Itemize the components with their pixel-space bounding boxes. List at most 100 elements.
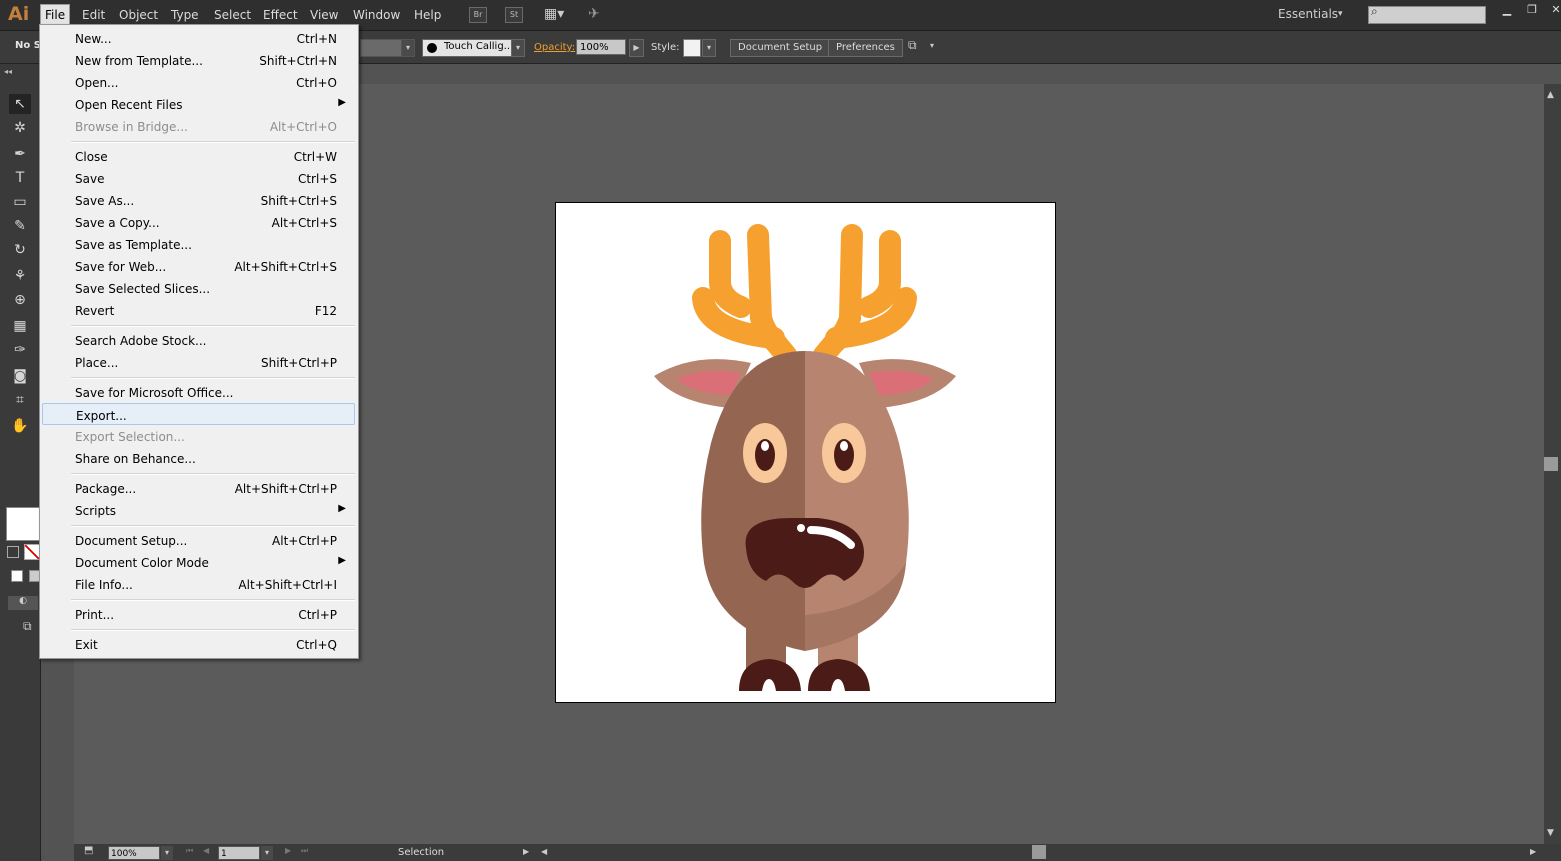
menu-item-search-adobe-stock[interactable]: Search Adobe Stock... — [42, 329, 355, 351]
reindeer-illustration — [654, 224, 956, 691]
menu-type[interactable]: Type — [167, 6, 203, 24]
document-setup-button[interactable]: Document Setup — [730, 39, 831, 57]
chevron-down-icon[interactable]: ▾ — [161, 846, 173, 860]
menu-item-print[interactable]: Print... Ctrl+P — [42, 603, 355, 625]
paintbrush-tool-icon[interactable]: ✎ — [9, 216, 31, 236]
submenu-arrow-icon: ▶ — [338, 97, 346, 108]
chevron-down-icon[interactable]: ▾ — [401, 39, 415, 57]
menu-item-package[interactable]: Package... Alt+Shift+Ctrl+P — [42, 477, 355, 499]
menu-select[interactable]: Select — [210, 6, 255, 24]
menu-item-exit[interactable]: Exit Ctrl+Q — [42, 633, 355, 655]
stroke-weight-field[interactable] — [360, 39, 402, 57]
style-swatch[interactable] — [683, 39, 701, 57]
menu-view[interactable]: View — [306, 6, 342, 24]
menu-item-save-as[interactable]: Save As... Shift+Ctrl+S — [42, 189, 355, 211]
menu-object[interactable]: Object — [115, 6, 162, 24]
chevron-down-icon[interactable]: ▾ — [702, 39, 716, 57]
close-button[interactable]: ✕ — [1547, 3, 1561, 17]
artboard-tool-icon[interactable]: ⌗ — [9, 390, 31, 410]
chevron-down-icon[interactable]: ▾ — [261, 846, 273, 860]
restore-button[interactable]: ❐ — [1523, 3, 1541, 17]
scroll-down-icon[interactable]: ▼ — [1547, 828, 1554, 838]
artboard[interactable] — [555, 202, 1056, 703]
width-tool-icon[interactable]: ⚘ — [9, 266, 31, 286]
rotate-tool-icon[interactable]: ↻ — [9, 240, 31, 260]
menu-item-new[interactable]: New... Ctrl+N — [42, 27, 355, 49]
menu-item-export[interactable]: Export... — [42, 403, 355, 425]
artboard-navigation-icon[interactable]: ⬒ — [84, 845, 93, 856]
stroke-none-icon[interactable] — [24, 544, 40, 560]
stock-icon[interactable]: St — [505, 7, 523, 23]
opacity-label[interactable]: Opacity: — [534, 42, 575, 53]
selection-tool-icon[interactable]: ↖ — [9, 94, 31, 114]
menu-item-save-as-template[interactable]: Save as Template... — [42, 233, 355, 255]
scroll-up-icon[interactable]: ▲ — [1547, 90, 1554, 100]
status-menu-icon[interactable]: ▶ — [523, 847, 529, 856]
menu-item-file-info[interactable]: File Info... Alt+Shift+Ctrl+I — [42, 573, 355, 595]
menu-item-new-from-template[interactable]: New from Template... Shift+Ctrl+N — [42, 49, 355, 71]
menu-window[interactable]: Window — [349, 6, 404, 24]
color-mode-icon[interactable] — [11, 570, 23, 582]
menu-item-save-for-web[interactable]: Save for Web... Alt+Shift+Ctrl+S — [42, 255, 355, 277]
vertical-scroll-thumb[interactable] — [1544, 457, 1558, 471]
last-artboard-icon[interactable]: ⏭ — [301, 846, 308, 856]
arrange-documents-icon[interactable]: ▦▾ — [544, 6, 564, 22]
draw-mode-icon[interactable]: ◐ — [8, 596, 38, 610]
collapse-icon[interactable]: ◂◂ — [4, 67, 12, 76]
magic-wand-icon[interactable]: ✲ — [9, 118, 31, 138]
menu-item-close[interactable]: Close Ctrl+W — [42, 145, 355, 167]
menu-item-open-recent[interactable]: Open Recent Files ▶ — [42, 93, 355, 115]
swap-fill-icon[interactable] — [7, 546, 19, 558]
menu-item-save[interactable]: Save Ctrl+S — [42, 167, 355, 189]
zoom-input[interactable]: 100% — [108, 846, 160, 860]
menu-item-document-color-mode[interactable]: Document Color Mode ▶ — [42, 551, 355, 573]
menu-edit[interactable]: Edit — [78, 6, 109, 24]
artboard-number-input[interactable]: 1 — [218, 846, 260, 860]
perspective-grid-icon[interactable]: ▦ — [9, 316, 31, 336]
chevron-down-icon[interactable]: ▾ — [1338, 9, 1343, 19]
bridge-icon[interactable]: Br — [469, 7, 487, 23]
menu-item-scripts[interactable]: Scripts ▶ — [42, 499, 355, 521]
align-icon[interactable]: ⧉ — [908, 38, 917, 53]
menu-item-revert[interactable]: Revert F12 — [42, 299, 355, 321]
gpu-performance-icon[interactable]: ✈ — [588, 6, 600, 22]
menu-item-save-selected-slices[interactable]: Save Selected Slices... — [42, 277, 355, 299]
status-text: Selection — [398, 847, 445, 858]
eyedropper-icon[interactable]: ✑ — [9, 340, 31, 360]
previous-artboard-icon[interactable]: ◀ — [203, 846, 209, 855]
shape-builder-icon[interactable]: ⊕ — [9, 290, 31, 310]
pen-tool-icon[interactable]: ✒ — [9, 144, 31, 164]
symbol-sprayer-icon[interactable]: ◙ — [9, 366, 31, 386]
preferences-button[interactable]: Preferences — [828, 39, 903, 57]
first-artboard-icon[interactable]: ⏮ — [186, 846, 193, 856]
opacity-input[interactable]: 100% — [576, 39, 626, 55]
horizontal-scroll-thumb[interactable] — [1032, 845, 1046, 859]
workspace-switcher[interactable]: Essentials — [1278, 7, 1338, 21]
left-antler — [692, 224, 797, 366]
menu-separator — [71, 525, 355, 527]
next-artboard-icon[interactable]: ▶ — [285, 846, 291, 855]
chevron-right-icon[interactable]: ▶ — [629, 39, 644, 57]
menu-item-open[interactable]: Open... Ctrl+O — [42, 71, 355, 93]
hand-tool-icon[interactable]: ✋ — [9, 416, 31, 436]
scroll-left-icon[interactable]: ◀ — [541, 847, 547, 856]
fill-swatch[interactable] — [6, 507, 40, 541]
menu-help[interactable]: Help — [410, 6, 445, 24]
menu-effect[interactable]: Effect — [259, 6, 302, 24]
menu-item-document-setup[interactable]: Document Setup... Alt+Ctrl+P — [42, 529, 355, 551]
menu-item-place[interactable]: Place... Shift+Ctrl+P — [42, 351, 355, 373]
chevron-down-icon[interactable]: ▾ — [930, 41, 934, 50]
screen-mode-icon[interactable]: ⧉ — [23, 619, 32, 634]
scroll-right-icon[interactable]: ▶ — [1530, 847, 1536, 856]
type-tool-icon[interactable]: T — [9, 168, 31, 188]
minimize-button[interactable]: ▁ — [1498, 3, 1516, 17]
menu-item-share-on-behance[interactable]: Share on Behance... — [42, 447, 355, 469]
rectangle-tool-icon[interactable]: ▭ — [9, 192, 31, 212]
menu-file[interactable]: File — [40, 4, 71, 26]
menu-item-save-a-copy[interactable]: Save a Copy... Alt+Ctrl+S — [42, 211, 355, 233]
menu-item-save-for-microsoft-office[interactable]: Save for Microsoft Office... — [42, 381, 355, 403]
submenu-arrow-icon: ▶ — [338, 555, 346, 566]
chevron-down-icon[interactable]: ▾ — [511, 39, 525, 57]
search-input[interactable] — [1368, 6, 1486, 24]
menu-item-export-selection: Export Selection... — [75, 430, 185, 444]
